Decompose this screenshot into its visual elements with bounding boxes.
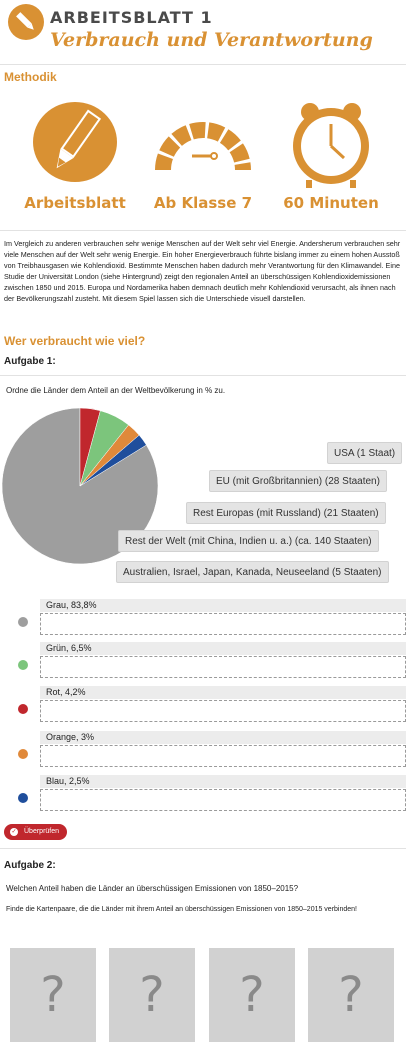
- orange-dot: [18, 749, 28, 759]
- memory-card[interactable]: ?: [109, 948, 195, 1042]
- drop-zone[interactable]: [40, 745, 406, 767]
- divider: [0, 230, 406, 231]
- chip-eu[interactable]: EU (mit Großbritannien) (28 Staaten): [209, 470, 387, 492]
- memory-card[interactable]: ?: [10, 948, 96, 1042]
- intro-text: Im Vergleich zu anderen verbrauchen sehr…: [4, 239, 401, 304]
- slot-label: Orange, 3%: [40, 731, 406, 744]
- memory-card[interactable]: ?: [308, 948, 394, 1042]
- methodik-heading: Methodik: [4, 70, 57, 84]
- task2-instruction: Finde die Kartenpaare, die die Länder mi…: [6, 906, 358, 913]
- divider: [0, 375, 406, 376]
- task2-question: Welchen Anteil haben die Länder an übers…: [6, 884, 299, 893]
- chip-rest-world[interactable]: Rest der Welt (mit China, Indien u. a.) …: [118, 530, 379, 552]
- drop-slot-green: Grün, 6,5%: [0, 642, 406, 682]
- method-duration: 60 Minuten: [266, 98, 396, 212]
- task1-label: Aufgabe 1:: [4, 356, 56, 367]
- slot-label: Grün, 6,5%: [40, 642, 406, 655]
- drop-zone[interactable]: [40, 656, 406, 678]
- worksheet-pencil-icon: [33, 102, 117, 182]
- memory-card[interactable]: ?: [209, 948, 295, 1042]
- green-dot: [18, 660, 28, 670]
- question-mark-icon: ?: [338, 967, 364, 1023]
- drop-zone[interactable]: [40, 613, 406, 635]
- divider: [0, 64, 406, 65]
- method-duration-label: 60 Minuten: [283, 194, 379, 212]
- task2-label: Aufgabe 2:: [4, 860, 56, 871]
- check-button[interactable]: ✓ Überprüfen: [4, 824, 68, 840]
- worksheet-title: ARBEITSBLATT 1: [50, 8, 213, 27]
- chip-rest-europe[interactable]: Rest Europas (mit Russland) (21 Staaten): [186, 502, 386, 524]
- red-dot: [18, 704, 28, 714]
- task1-instruction: Ordne die Länder dem Anteil an der Weltb…: [6, 386, 226, 395]
- gauge-icon: [155, 122, 251, 171]
- chip-usa[interactable]: USA (1 Staat): [327, 442, 403, 464]
- section-heading: Wer verbraucht wie viel?: [4, 334, 146, 348]
- question-mark-icon: ?: [239, 967, 265, 1023]
- method-worksheet: Arbeitsblatt: [10, 98, 140, 212]
- method-grade: Ab Klasse 7: [138, 98, 268, 212]
- drop-slot-blue: Blau, 2,5%: [0, 775, 406, 815]
- drop-slot-orange: Orange, 3%: [0, 731, 406, 771]
- method-worksheet-label: Arbeitsblatt: [24, 194, 126, 212]
- slot-label: Blau, 2,5%: [40, 775, 406, 788]
- slot-label: Grau, 83,8%: [40, 599, 406, 612]
- chip-australia-israel-japan[interactable]: Australien, Israel, Japan, Kanada, Neuse…: [116, 561, 389, 583]
- alarm-clock-icon: [293, 103, 369, 188]
- divider: [0, 848, 406, 849]
- grey-dot: [18, 617, 28, 627]
- worksheet-subtitle: Verbrauch und Verantwortung: [50, 29, 373, 51]
- pencil-icon: [8, 4, 44, 40]
- question-mark-icon: ?: [40, 967, 66, 1023]
- method-grade-label: Ab Klasse 7: [153, 194, 253, 212]
- slot-label: Rot, 4,2%: [40, 686, 406, 699]
- check-icon: ✓: [10, 828, 18, 836]
- drop-zone[interactable]: [40, 700, 406, 722]
- blue-dot: [18, 793, 28, 803]
- check-button-label: Überprüfen: [24, 828, 60, 835]
- page-header: ARBEITSBLATT 1 Verbrauch und Verantwortu…: [0, 0, 406, 64]
- drop-slot-red: Rot, 4,2%: [0, 686, 406, 726]
- drop-zone[interactable]: [40, 789, 406, 811]
- methodik-icons: Arbeitsblatt Ab Klasse 7 60 Minuten: [0, 98, 406, 228]
- drop-slot-grey: Grau, 83,8%: [0, 599, 406, 639]
- question-mark-icon: ?: [139, 967, 165, 1023]
